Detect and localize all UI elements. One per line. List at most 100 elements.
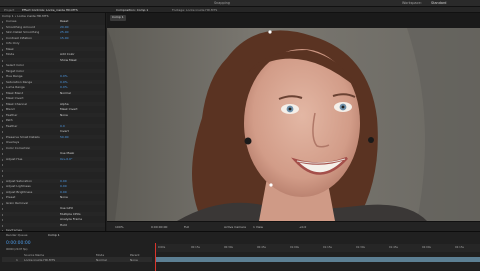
fx-property-row[interactable]: Use Mask <box>0 151 105 156</box>
disclosure-triangle-icon[interactable] <box>2 136 3 139</box>
layer-row[interactable]: 1 Locke inside HD.MTS Normal None <box>2 257 152 262</box>
fx-property-value[interactable]: Show Mask <box>60 58 77 62</box>
disclosure-triangle-icon[interactable] <box>2 120 3 122</box>
fx-property-value[interactable]: 0.0% <box>60 74 68 78</box>
fx-property-value[interactable]: Invert <box>60 129 69 133</box>
fx-property-row[interactable]: Mask Blend Normal <box>0 90 105 96</box>
playhead[interactable] <box>155 243 156 271</box>
fx-property-row[interactable]: Smoothing Amount 20.00 <box>0 24 105 30</box>
fx-property-row[interactable]: Luma Range 0.0% <box>0 85 105 90</box>
fx-property-row[interactable]: Use GPU <box>0 206 105 211</box>
fx-property-row[interactable]: Adjust Hue 0x+0.0° <box>0 156 105 162</box>
disclosure-triangle-icon[interactable] <box>2 142 3 144</box>
fx-property-row[interactable] <box>0 162 105 167</box>
exposure-value[interactable]: +0.0 <box>299 225 306 229</box>
tab-project[interactable]: Project <box>4 8 14 12</box>
fx-property-value[interactable]: Mask Invert <box>60 107 78 111</box>
disclosure-triangle-icon[interactable] <box>2 219 3 221</box>
disclosure-triangle-icon[interactable] <box>2 103 3 106</box>
disclosure-triangle-icon[interactable] <box>2 32 3 34</box>
fx-property-row[interactable]: Mask <box>0 46 105 52</box>
snapping-label[interactable]: Snapping <box>214 1 230 5</box>
disclosure-triangle-icon[interactable] <box>2 54 3 56</box>
fx-property-value[interactable]: Reset <box>60 19 68 23</box>
disclosure-triangle-icon[interactable] <box>2 98 3 100</box>
fx-property-value[interactable]: 0x+0.0° <box>60 157 72 161</box>
fx-property-value[interactable]: 0.00 <box>60 184 67 188</box>
disclosure-triangle-icon[interactable] <box>2 26 3 29</box>
disclosure-triangle-icon[interactable] <box>2 202 3 205</box>
disclosure-triangle-icon[interactable] <box>2 43 3 45</box>
disclosure-triangle-icon[interactable] <box>2 186 3 188</box>
fx-property-row[interactable]: Adjust Saturation 0.00 <box>0 178 105 184</box>
disclosure-triangle-icon[interactable] <box>2 180 3 183</box>
fx-property-row[interactable]: Target Color <box>0 68 105 74</box>
fx-property-row[interactable]: Multiple CPUs <box>0 211 105 217</box>
current-time-display[interactable]: 0:00:00:00 <box>151 225 167 229</box>
fx-property-row[interactable]: Mask Channel Alpha <box>0 101 105 107</box>
layer-parent[interactable]: None <box>130 258 138 262</box>
disclosure-triangle-icon[interactable] <box>2 197 3 199</box>
disclosure-triangle-icon[interactable] <box>2 213 3 216</box>
layer-duration-bar[interactable] <box>155 257 480 262</box>
fx-property-row[interactable]: Color Correction <box>0 145 105 151</box>
view-layout-select[interactable]: 1 View <box>253 225 263 229</box>
workspace-select[interactable]: Standard <box>431 1 446 5</box>
disclosure-triangle-icon[interactable] <box>2 208 3 210</box>
fx-property-row[interactable]: Analyze Frame <box>0 217 105 222</box>
fx-property-row[interactable]: Adjust Brightness 0.00 <box>0 189 105 195</box>
fx-property-value[interactable]: Multiple CPUs <box>60 212 81 216</box>
disclosure-triangle-icon[interactable] <box>2 158 3 161</box>
disclosure-triangle-icon[interactable] <box>2 125 3 128</box>
fx-property-row[interactable]: Hold <box>0 222 105 228</box>
camera-select[interactable]: Active Camera <box>224 225 246 229</box>
disclosure-triangle-icon[interactable] <box>2 224 3 227</box>
fx-property-value[interactable]: Hold <box>60 223 67 227</box>
fx-property-row[interactable]: Adjust Lightness 0.00 <box>0 184 105 189</box>
disclosure-triangle-icon[interactable] <box>2 70 3 73</box>
tab-composition[interactable]: Composition: Comp 1 <box>116 8 148 12</box>
fx-property-row[interactable]: Show Mask <box>0 57 105 63</box>
fx-property-value[interactable]: 0.0% <box>60 85 68 89</box>
disclosure-triangle-icon[interactable] <box>2 21 3 23</box>
fx-property-row[interactable]: Hue Range 0.0% <box>0 74 105 79</box>
disclosure-triangle-icon[interactable] <box>2 48 3 51</box>
disclosure-triangle-icon[interactable] <box>2 87 3 89</box>
fx-property-row[interactable]: Mode Add Color <box>0 52 105 57</box>
layer-name[interactable]: Locke inside HD.MTS <box>24 258 55 262</box>
tab-render-queue[interactable]: Render Queue <box>6 233 28 237</box>
disclosure-triangle-icon[interactable] <box>2 169 3 172</box>
fx-property-row[interactable] <box>0 173 105 178</box>
fx-property-value[interactable]: 25.00 <box>60 30 69 34</box>
fx-property-value[interactable]: Alpha <box>60 102 69 106</box>
disclosure-triangle-icon[interactable] <box>2 65 3 67</box>
comp-chip[interactable]: Comp 1 <box>110 15 126 21</box>
fx-property-value[interactable]: None <box>60 195 68 199</box>
fx-property-row[interactable]: Invert <box>0 129 105 134</box>
fx-property-value[interactable]: 50.00 <box>60 135 69 139</box>
fx-property-value[interactable]: 0.0% <box>60 80 68 84</box>
disclosure-triangle-icon[interactable] <box>2 76 3 78</box>
fx-property-row[interactable]: Path <box>0 118 105 123</box>
fx-property-row[interactable]: Preset None <box>0 195 105 200</box>
fx-property-value[interactable]: Normal <box>60 91 71 95</box>
fx-property-value[interactable]: 15.00 <box>60 36 69 40</box>
disclosure-triangle-icon[interactable] <box>2 109 3 111</box>
fx-property-value[interactable]: 0.00 <box>60 179 67 183</box>
disclosure-triangle-icon[interactable] <box>2 153 3 155</box>
tab-effect-controls[interactable]: Effect Controls: Locke_inside HD.MTS <box>22 8 78 12</box>
layer-mode[interactable]: Normal <box>96 258 107 262</box>
fx-property-row[interactable]: Preserve Small Details 50.00 <box>0 134 105 140</box>
fx-property-row[interactable]: Curves Reset <box>0 19 105 24</box>
resolution-select[interactable]: Full <box>184 225 189 229</box>
disclosure-triangle-icon[interactable] <box>2 164 3 166</box>
fx-property-row[interactable] <box>0 167 105 173</box>
fx-property-value[interactable]: Use Mask <box>60 151 74 155</box>
fx-property-row[interactable]: Feather 0.0 <box>0 123 105 129</box>
fx-property-value[interactable]: 0.0 <box>60 124 65 128</box>
timeline-timecode[interactable]: 0:00:00:00 <box>6 241 31 246</box>
fx-property-row[interactable]: Select Color <box>0 63 105 68</box>
disclosure-triangle-icon[interactable] <box>2 81 3 84</box>
disclosure-triangle-icon[interactable] <box>2 92 3 95</box>
tab-footage[interactable]: Footage: Locke inside HD.MTS <box>172 8 217 12</box>
